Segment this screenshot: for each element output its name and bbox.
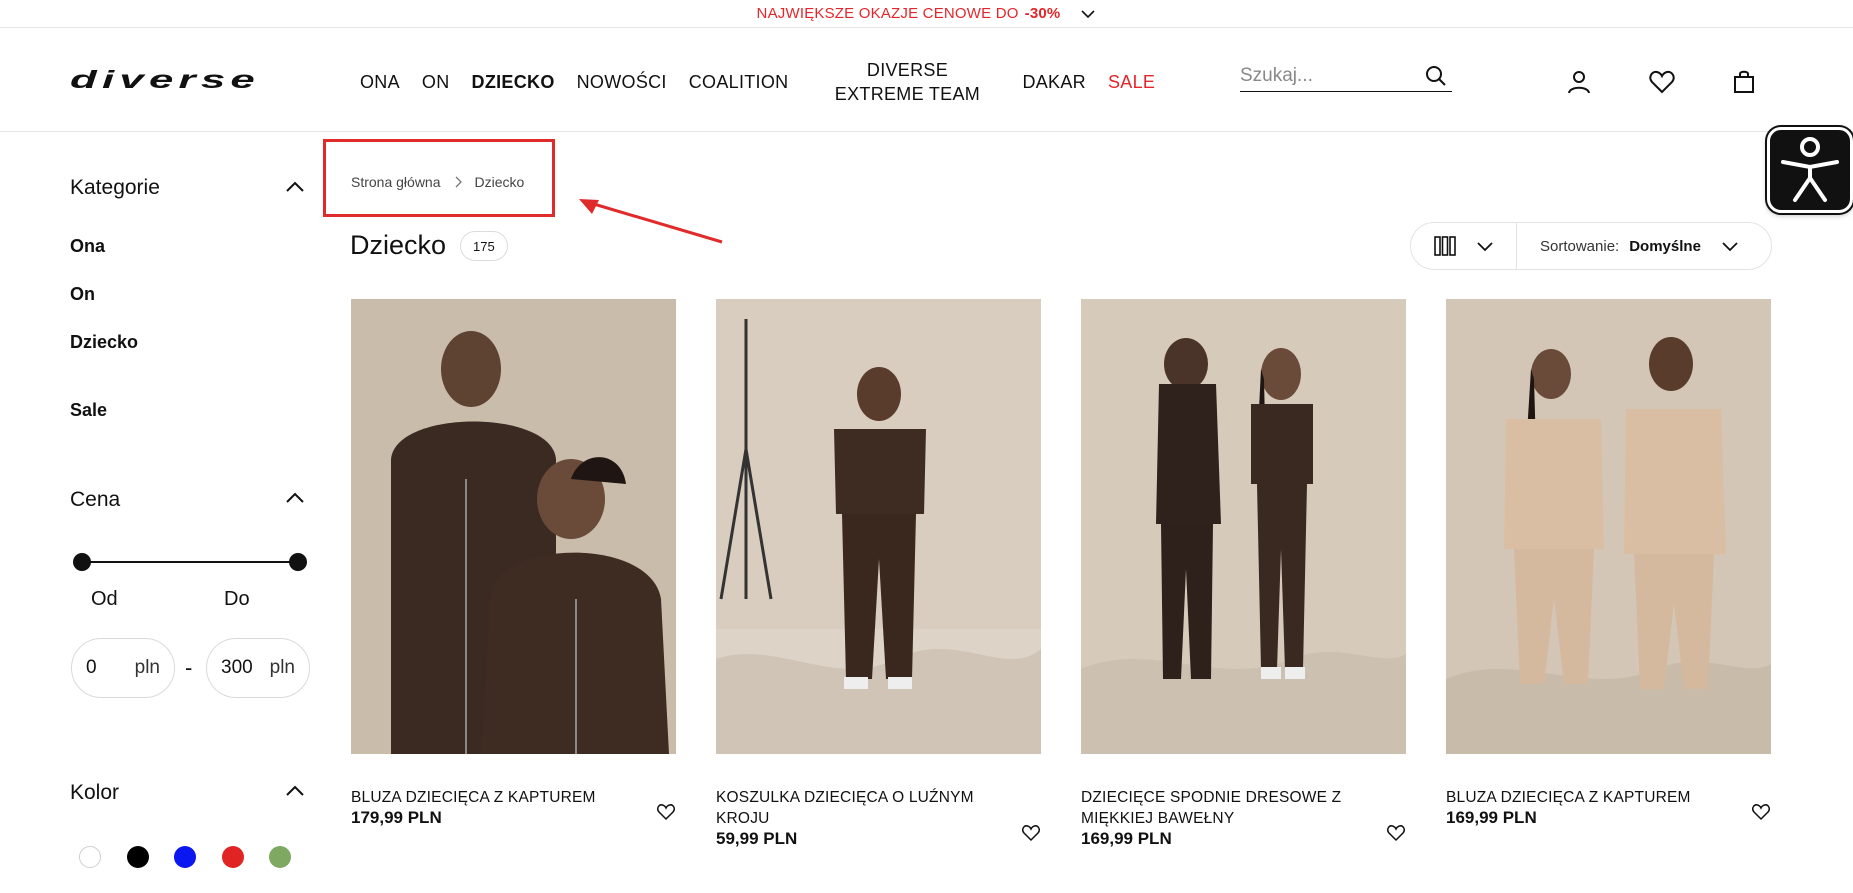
product-name[interactable]: KOSZULKA DZIECIĘCA O LUŹNYM KROJU bbox=[716, 787, 996, 829]
chevron-down-icon[interactable] bbox=[1080, 6, 1096, 22]
product-count-badge: 175 bbox=[460, 231, 508, 261]
product-card[interactable]: KOSZULKA DZIECIĘCA O LUŹNYM KROJU 59,99 … bbox=[716, 299, 1041, 848]
accessibility-button[interactable] bbox=[1767, 127, 1853, 213]
breadcrumb-home[interactable]: Strona główna bbox=[351, 174, 441, 190]
color-swatch-blue[interactable] bbox=[174, 846, 196, 868]
nav-ona[interactable]: ONA bbox=[360, 70, 400, 94]
currency-label: pln bbox=[134, 657, 160, 678]
heart-icon[interactable] bbox=[1648, 68, 1676, 96]
search-icon[interactable] bbox=[1424, 64, 1448, 88]
sort-value: Domyślne bbox=[1629, 237, 1701, 255]
product-card[interactable]: DZIECIĘCE SPODNIE DRESOWE Z MIĘKKIEJ BAW… bbox=[1081, 299, 1406, 848]
user-icon[interactable] bbox=[1565, 68, 1593, 96]
chevron-up-icon[interactable] bbox=[284, 487, 306, 509]
product-price: 59,99 PLN bbox=[716, 829, 798, 848]
nav-coalition[interactable]: COALITION bbox=[689, 70, 789, 94]
nav-dziecko[interactable]: DZIECKO bbox=[472, 70, 555, 94]
category-on[interactable]: On bbox=[70, 284, 95, 305]
product-price: 169,99 PLN bbox=[1081, 829, 1172, 848]
price-to-input[interactable] bbox=[221, 657, 265, 679]
search-input[interactable] bbox=[1240, 62, 1415, 90]
price-heading[interactable]: Cena bbox=[70, 488, 120, 512]
price-from-field: pln bbox=[71, 638, 175, 698]
promo-text: NAJWIĘKSZE OKAZJE CENOWE DO -30% bbox=[756, 5, 1061, 22]
color-swatch-white[interactable] bbox=[79, 846, 101, 868]
heart-icon[interactable] bbox=[1021, 823, 1041, 843]
grid-view-switch[interactable] bbox=[1411, 223, 1517, 269]
price-slider-track[interactable] bbox=[82, 561, 298, 563]
chevron-down-icon bbox=[1476, 242, 1493, 252]
color-swatch-black[interactable] bbox=[127, 846, 149, 868]
breadcrumb-current: Dziecko bbox=[474, 174, 525, 190]
main-nav: ONA ON DZIECKO NOWOŚCI COALITION DIVERSE… bbox=[360, 58, 1177, 106]
product-name[interactable]: DZIECIĘCE SPODNIE DRESOWE Z MIĘKKIEJ BAW… bbox=[1081, 787, 1361, 829]
price-range-dash: - bbox=[185, 655, 193, 680]
nav-dakar[interactable]: DAKAR bbox=[1022, 70, 1086, 94]
price-to-label: Do bbox=[224, 588, 250, 610]
annotation-arrow bbox=[579, 199, 723, 244]
promo-bar[interactable]: NAJWIĘKSZE OKAZJE CENOWE DO -30% bbox=[0, 0, 1853, 28]
breadcrumb: Strona główna Dziecko bbox=[351, 174, 524, 190]
category-dziecko[interactable]: Dziecko bbox=[70, 332, 138, 353]
price-from-input[interactable] bbox=[86, 657, 130, 679]
color-swatch-red[interactable] bbox=[222, 846, 244, 868]
product-card[interactable]: BLUZA DZIECIĘCA Z KAPTUREM 169,99 PLN bbox=[1446, 299, 1771, 827]
chevron-down-icon bbox=[1722, 242, 1738, 252]
columns-icon bbox=[1433, 236, 1456, 256]
nav-sale[interactable]: SALE bbox=[1108, 70, 1155, 94]
product-image[interactable] bbox=[1081, 299, 1406, 754]
color-swatch-green[interactable] bbox=[269, 846, 291, 868]
product-card[interactable]: BLUZA DZIECIĘCA Z KAPTUREM 179,99 PLN bbox=[351, 299, 676, 827]
product-price: 169,99 PLN bbox=[1446, 808, 1537, 827]
price-slider-max-handle[interactable] bbox=[289, 553, 307, 571]
category-ona[interactable]: Ona bbox=[70, 236, 105, 257]
product-name[interactable]: BLUZA DZIECIĘCA Z KAPTUREM bbox=[351, 787, 631, 808]
accessibility-icon bbox=[1781, 137, 1839, 202]
svg-text:diverse: diverse bbox=[70, 70, 260, 92]
shopping-bag-icon[interactable] bbox=[1730, 68, 1758, 96]
price-from-label: Od bbox=[91, 588, 118, 610]
product-image[interactable] bbox=[716, 299, 1041, 754]
page-title: Dziecko bbox=[350, 230, 447, 260]
nav-diverse-extreme-team[interactable]: DIVERSE EXTREME TEAM bbox=[822, 58, 992, 106]
product-image[interactable] bbox=[1446, 299, 1771, 754]
chevron-up-icon[interactable] bbox=[284, 176, 306, 198]
diverse-logo[interactable]: diverse bbox=[70, 70, 262, 92]
product-price: 179,99 PLN bbox=[351, 808, 442, 827]
sort-label: Sortowanie: bbox=[1540, 237, 1620, 255]
sort-dropdown[interactable]: Sortowanie: Domyślne bbox=[1517, 237, 1771, 255]
heart-icon[interactable] bbox=[1386, 823, 1406, 843]
price-slider-min-handle[interactable] bbox=[73, 553, 91, 571]
category-sale[interactable]: Sale bbox=[70, 400, 107, 421]
search-box bbox=[1240, 62, 1452, 92]
heart-icon[interactable] bbox=[656, 802, 676, 822]
nav-nowosci[interactable]: NOWOŚCI bbox=[577, 70, 667, 94]
product-image[interactable] bbox=[351, 299, 676, 754]
nav-on[interactable]: ON bbox=[422, 70, 450, 94]
site-header: diverse ONA ON DZIECKO NOWOŚCI COALITION… bbox=[0, 28, 1853, 132]
price-to-field: pln bbox=[206, 638, 310, 698]
listing-toolbar: Sortowanie: Domyślne bbox=[1410, 222, 1772, 270]
product-name[interactable]: BLUZA DZIECIĘCA Z KAPTUREM bbox=[1446, 787, 1726, 808]
chevron-up-icon[interactable] bbox=[284, 780, 306, 802]
categories-heading[interactable]: Kategorie bbox=[70, 176, 160, 200]
currency-label: pln bbox=[269, 657, 295, 678]
heart-icon[interactable] bbox=[1751, 802, 1771, 822]
chevron-right-icon bbox=[455, 176, 462, 188]
promo-discount: -30% bbox=[1024, 5, 1061, 22]
color-heading[interactable]: Kolor bbox=[70, 781, 119, 805]
